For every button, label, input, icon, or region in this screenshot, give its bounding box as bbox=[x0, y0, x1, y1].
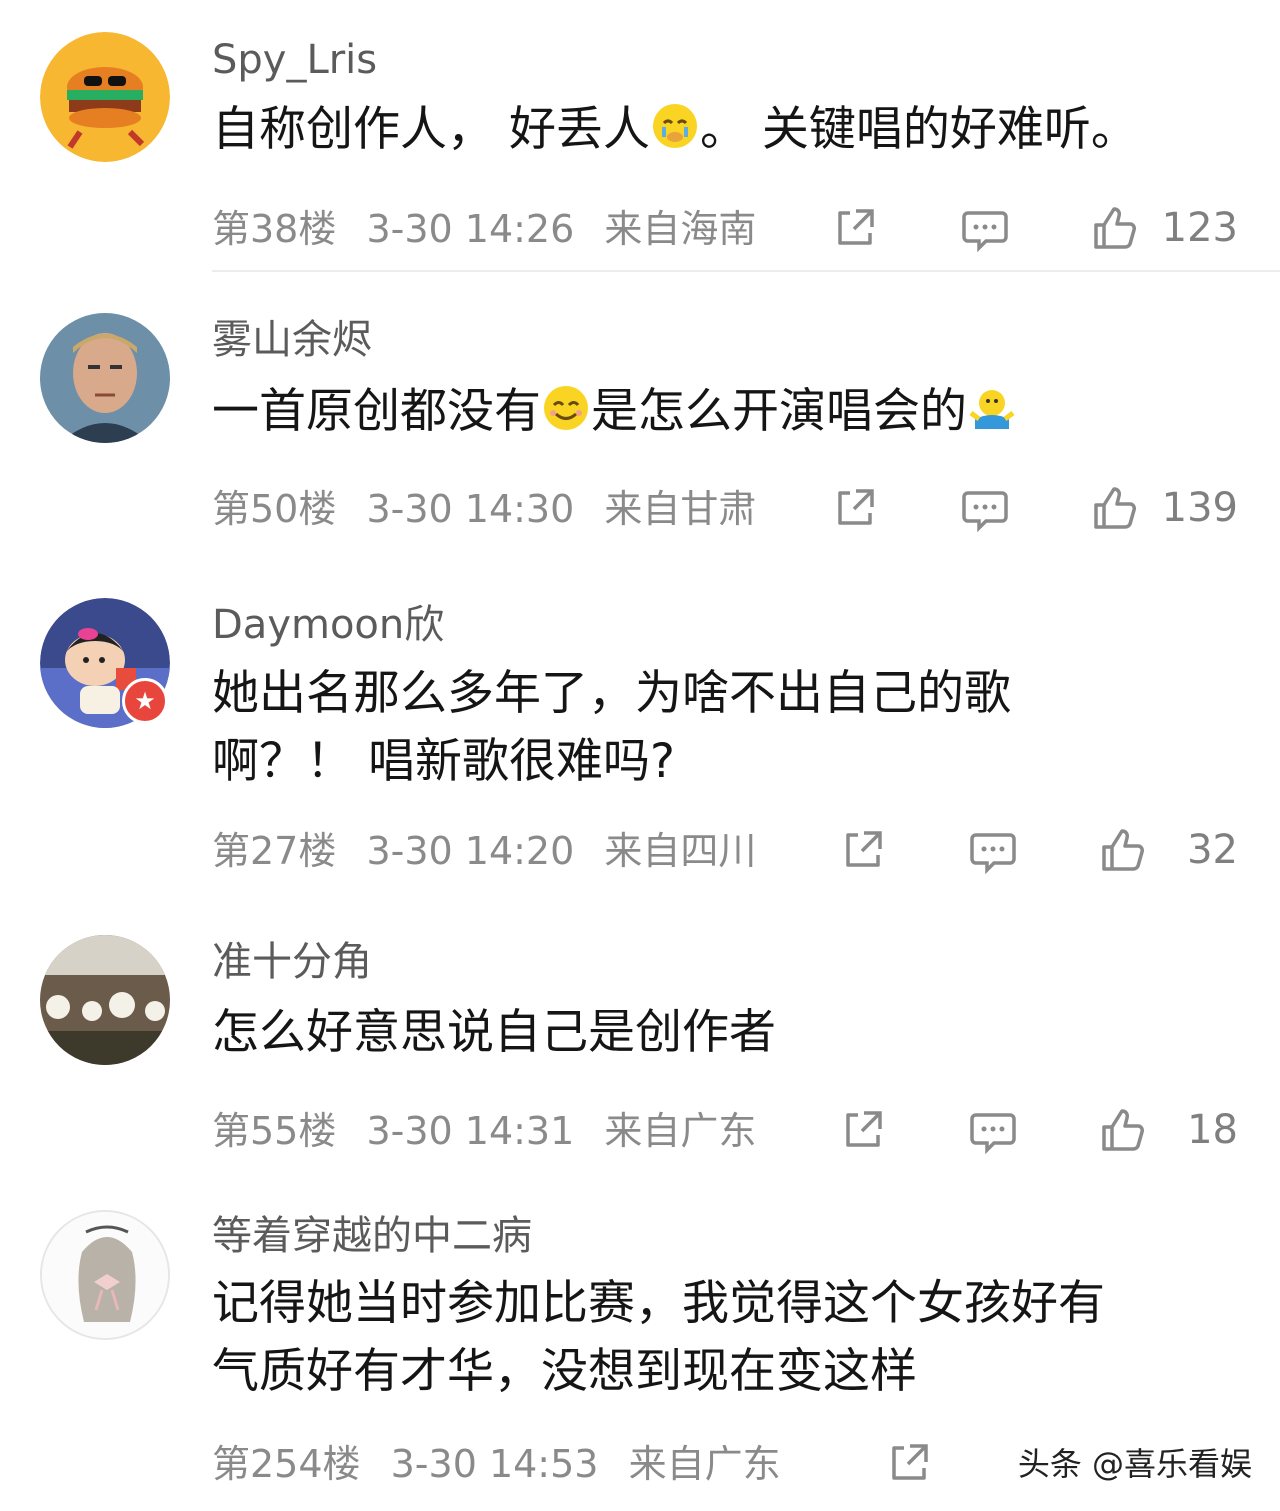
floor-number: 第50楼 bbox=[212, 487, 337, 531]
comment-text-line: 气质好有才华，没想到现在变这样 bbox=[212, 1344, 917, 1399]
divider bbox=[212, 270, 1280, 272]
comment-text-part: 是怎么开演唱会的 bbox=[591, 384, 967, 439]
location: 来自海南 bbox=[604, 207, 757, 251]
comment-actions: 123 bbox=[830, 200, 1238, 256]
location: 来自甘肃 bbox=[604, 487, 757, 531]
username[interactable]: 雾山余烬 bbox=[212, 316, 372, 364]
floor-number: 第254楼 bbox=[212, 1442, 361, 1486]
comment-text-part: 。 关键唱的好难听。 bbox=[699, 102, 1138, 157]
like-count: 123 bbox=[1161, 205, 1238, 251]
timestamp: 3-30 14:53 bbox=[390, 1442, 599, 1486]
user-avatar[interactable]: ★ bbox=[40, 598, 170, 728]
comment-icon[interactable] bbox=[968, 1105, 1018, 1155]
like-count: 18 bbox=[1187, 1107, 1238, 1153]
location: 来自四川 bbox=[604, 829, 757, 873]
comment-meta: 第38楼 3-30 14:26 来自海南 bbox=[212, 205, 756, 253]
verified-badge-icon: ★ bbox=[122, 678, 168, 724]
username[interactable]: 准十分角 bbox=[212, 938, 372, 986]
comment-text-line: 怎么好意思说自己是创作者 bbox=[212, 1005, 776, 1060]
smile-emoji bbox=[544, 386, 588, 430]
user-avatar[interactable] bbox=[40, 935, 170, 1065]
comment-text-line: 啊？！ 唱新歌很难吗? bbox=[212, 734, 675, 789]
timestamp: 3-30 14:26 bbox=[366, 207, 575, 251]
share-icon[interactable] bbox=[830, 483, 880, 533]
thumbs-up-icon[interactable] bbox=[1090, 203, 1140, 253]
username[interactable]: Daymoon欣 bbox=[212, 601, 444, 649]
comment-text: 怎么好意思说自己是创作者 bbox=[212, 999, 1232, 1067]
floor-number: 第55楼 bbox=[212, 1109, 337, 1153]
comment-text-part: 一首原创都没有 bbox=[212, 384, 541, 439]
comment-text: 记得她当时参加比赛，我觉得这个女孩好有 气质好有才华，没想到现在变这样 bbox=[212, 1270, 1232, 1406]
comment-meta: 第254楼 3-30 14:53 来自广东 bbox=[212, 1440, 781, 1488]
share-icon[interactable] bbox=[884, 1438, 934, 1488]
comment-meta: 第50楼 3-30 14:30 来自甘肃 bbox=[212, 485, 756, 533]
comment-actions: 18 bbox=[838, 1102, 1238, 1158]
crying-face-emoji bbox=[652, 104, 697, 148]
share-icon[interactable] bbox=[838, 825, 888, 875]
comment-text-line: 记得她当时参加比赛，我觉得这个女孩好有 bbox=[212, 1276, 1105, 1331]
timestamp: 3-30 14:31 bbox=[366, 1109, 575, 1153]
floor-number: 第27楼 bbox=[212, 829, 337, 873]
comment-actions bbox=[884, 1435, 934, 1491]
comment-icon[interactable] bbox=[960, 203, 1010, 253]
like-count: 139 bbox=[1161, 485, 1238, 531]
comment-icon[interactable] bbox=[960, 483, 1010, 533]
share-icon[interactable] bbox=[830, 203, 880, 253]
floor-number: 第38楼 bbox=[212, 207, 337, 251]
shrug-emoji bbox=[969, 390, 1015, 429]
comment-text-line: 她出名那么多年了，为啥不出自己的歌 bbox=[212, 666, 1011, 721]
timestamp: 3-30 14:20 bbox=[366, 829, 575, 873]
comment-meta: 第27楼 3-30 14:20 来自四川 bbox=[212, 827, 756, 875]
share-icon[interactable] bbox=[838, 1105, 888, 1155]
like-count: 32 bbox=[1187, 827, 1238, 873]
comment-actions: 139 bbox=[830, 480, 1238, 536]
user-avatar[interactable] bbox=[40, 1210, 170, 1340]
username[interactable]: 等着穿越的中二病 bbox=[212, 1212, 532, 1260]
timestamp: 3-30 14:30 bbox=[366, 487, 575, 531]
thumbs-up-icon[interactable] bbox=[1098, 1105, 1148, 1155]
watermark: 头条 @喜乐看娱 bbox=[1017, 1445, 1252, 1483]
comment-text: 自称创作人， 好丢人。 关键唱的好难听。 bbox=[212, 96, 1232, 164]
comment-text-part: 自称创作人， 好丢人 bbox=[212, 102, 650, 157]
comment-icon[interactable] bbox=[968, 825, 1018, 875]
comment-meta: 第55楼 3-30 14:31 来自广东 bbox=[212, 1107, 756, 1155]
location: 来自广东 bbox=[604, 1109, 757, 1153]
comment-text: 她出名那么多年了，为啥不出自己的歌 啊？！ 唱新歌很难吗? bbox=[212, 660, 1232, 796]
location: 来自广东 bbox=[628, 1442, 781, 1486]
user-avatar[interactable] bbox=[40, 313, 170, 443]
comment-actions: 32 bbox=[838, 822, 1238, 878]
username[interactable]: Spy_Lris bbox=[212, 36, 377, 84]
comment-text: 一首原创都没有 是怎么开演唱会的 bbox=[212, 378, 1232, 446]
thumbs-up-icon[interactable] bbox=[1098, 825, 1148, 875]
thumbs-up-icon[interactable] bbox=[1090, 483, 1140, 533]
user-avatar[interactable] bbox=[40, 32, 170, 162]
